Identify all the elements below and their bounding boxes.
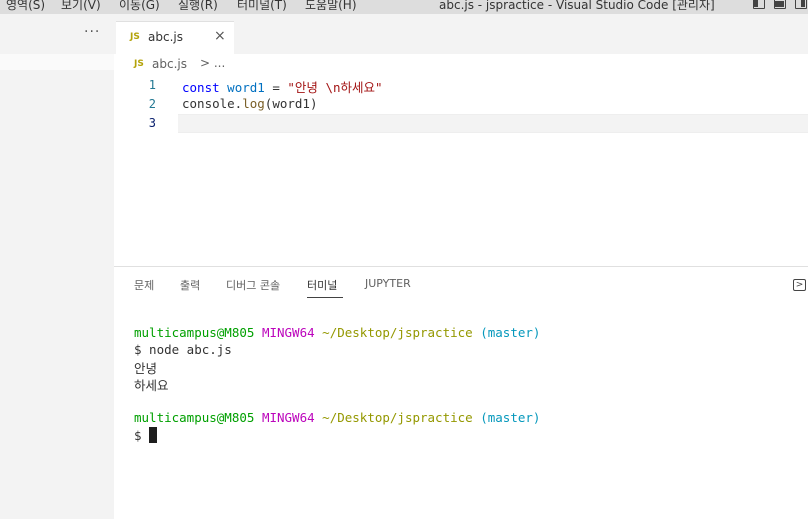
keyword: const: [182, 80, 220, 95]
terminal-cursor: [149, 427, 158, 443]
prompt-dollar: $: [134, 428, 142, 443]
bottom-panel: 문제 출력 디버그 콘솔 터미널 JUPYTER > multicampus@M…: [114, 267, 808, 519]
terminal-prompt: multicampus@M805 MINGW64 ~/Desktop/jspra…: [134, 410, 540, 425]
code-line-2[interactable]: console.log(word1): [182, 96, 317, 111]
toggle-secondary-sidebar-icon[interactable]: [795, 0, 807, 9]
sidebar: ···: [0, 14, 114, 519]
terminal-input-line[interactable]: $: [134, 427, 158, 443]
tab-terminal[interactable]: 터미널: [307, 277, 337, 293]
menu-bar: 영역(S) 보기(V) 이동(G) 실행(R) 터미널(T) 도움말(H) ab…: [0, 0, 808, 14]
tab-problems[interactable]: 문제: [134, 277, 154, 293]
function-name: log: [242, 96, 265, 111]
more-actions-icon[interactable]: ···: [84, 24, 100, 40]
breadcrumb-more[interactable]: > ...: [200, 56, 225, 70]
tab-jupyter[interactable]: JUPYTER: [365, 277, 411, 290]
line-number: 2: [148, 97, 156, 111]
arguments: (word1): [264, 96, 318, 111]
object: console.: [182, 96, 243, 111]
js-file-icon: JS: [134, 59, 144, 69]
breadcrumb: JS abc.js > ...: [114, 54, 808, 76]
line-number: 3: [148, 116, 156, 130]
window-title: abc.js - jspractice - Visual Studio Code…: [439, 0, 715, 12]
tab-output[interactable]: 출력: [180, 277, 200, 293]
variable: word1: [227, 80, 265, 95]
toggle-panel-icon[interactable]: [774, 0, 786, 9]
menu-view[interactable]: 보기(V): [61, 0, 101, 13]
prompt-path: ~/Desktop/jspractice: [322, 325, 473, 340]
breadcrumb-file[interactable]: abc.js: [152, 57, 187, 71]
current-line-highlight: [178, 114, 808, 133]
active-tab-indicator: [307, 297, 343, 298]
menu-run[interactable]: 실행(R): [178, 0, 218, 13]
tab-debug-console[interactable]: 디버그 콘솔: [226, 277, 280, 293]
tab-label: abc.js: [148, 30, 183, 44]
prompt-user: multicampus@M805: [134, 410, 255, 425]
string-literal: "안녕 \n하세요": [287, 80, 383, 95]
terminal-command: $ node abc.js: [134, 342, 232, 357]
js-file-icon: JS: [130, 32, 140, 42]
close-icon[interactable]: ×: [214, 28, 226, 44]
chevron-right-icon[interactable]: >: [793, 279, 806, 291]
prompt-path: ~/Desktop/jspractice: [322, 410, 473, 425]
tab-abc-js[interactable]: JS abc.js ×: [116, 21, 234, 55]
code-editor[interactable]: 1 2 3 const word1 = "안녕 \n하세요" console.l…: [114, 76, 808, 266]
line-number: 1: [148, 78, 156, 92]
prompt-branch: (master): [480, 410, 541, 425]
sidebar-section: [0, 54, 114, 70]
prompt-branch: (master): [480, 325, 541, 340]
menu-selection[interactable]: 영역(S): [6, 0, 45, 13]
menu-go[interactable]: 이동(G): [119, 0, 160, 13]
editor-tabs: JS abc.js ×: [114, 14, 808, 55]
prompt-env: MINGW64: [261, 410, 315, 425]
menu-help[interactable]: 도움말(H): [305, 0, 357, 13]
toggle-sidebar-icon[interactable]: [753, 0, 765, 9]
prompt-user: multicampus@M805: [134, 325, 255, 340]
code-line-1[interactable]: const word1 = "안녕 \n하세요": [182, 77, 383, 96]
prompt-env: MINGW64: [261, 325, 315, 340]
menu-terminal[interactable]: 터미널(T): [237, 0, 287, 13]
terminal-output: 하세요: [134, 378, 169, 393]
terminal-prompt: multicampus@M805 MINGW64 ~/Desktop/jspra…: [134, 325, 540, 340]
operator: =: [264, 80, 288, 95]
sidebar-header: ···: [0, 14, 114, 52]
